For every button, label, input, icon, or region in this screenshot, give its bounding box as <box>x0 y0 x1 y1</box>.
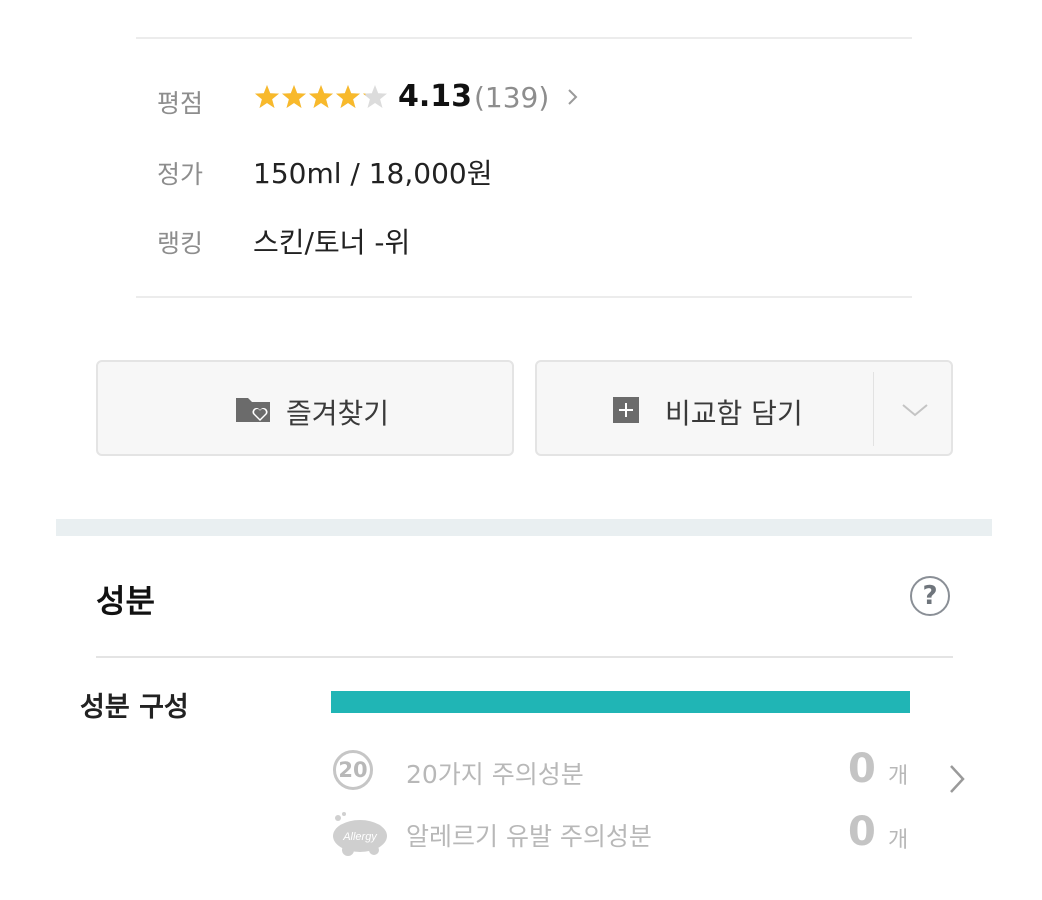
divider-top <box>136 37 912 39</box>
star-icon <box>362 84 388 110</box>
star-icon <box>281 84 307 110</box>
warning-20-unit: 개 <box>888 764 909 789</box>
section-title: 성분 <box>96 582 155 620</box>
question-circle-icon[interactable]: ? <box>910 576 950 616</box>
chevron-right-icon[interactable] <box>948 763 966 795</box>
ranking-label: 랭킹 <box>157 229 204 258</box>
favorite-button[interactable]: 즐겨찾기 <box>96 360 514 456</box>
composition-bar-fill <box>331 691 910 713</box>
plus-square-icon <box>613 397 639 423</box>
section-separator <box>56 519 992 536</box>
warning-allergy-unit: 개 <box>888 828 909 853</box>
warning-allergy-label[interactable]: 알레르기 유발 주의성분 <box>406 817 652 853</box>
price-label: 정가 <box>157 160 204 189</box>
rating-stars <box>254 84 388 118</box>
star-icon <box>308 84 334 110</box>
chevron-down-icon[interactable] <box>901 402 929 418</box>
rating-label: 평점 <box>157 89 204 118</box>
composition-label: 성분 구성 <box>80 692 189 723</box>
chevron-right-icon[interactable] <box>566 86 580 108</box>
star-icon <box>254 84 280 110</box>
compare-label: 비교함 담기 <box>665 397 803 430</box>
warning-20-label[interactable]: 20가지 주의성분 <box>406 755 584 791</box>
star-icon <box>335 84 361 110</box>
ranking-value[interactable]: 스킨/토너 -위 <box>253 221 410 261</box>
warning-allergy-count: 0 <box>848 809 876 855</box>
divider-bottom <box>136 296 912 298</box>
divider-ingredients <box>96 656 953 658</box>
price-value: 150ml / 18,000원 <box>253 157 493 190</box>
folder-heart-icon <box>236 398 270 422</box>
warning-20-count: 0 <box>848 746 876 792</box>
twenty-badge-icon: 20 <box>333 750 373 790</box>
rating-count[interactable]: (139) <box>474 81 549 114</box>
compare-dropdown-divider <box>873 372 874 446</box>
allergy-badge-text: Allergy <box>342 831 378 843</box>
allergy-badge-icon: Allergy <box>333 812 387 856</box>
rating-score[interactable]: 4.13 <box>398 79 472 114</box>
compare-button[interactable]: 비교함 담기 <box>535 360 953 456</box>
favorite-label: 즐겨찾기 <box>286 397 390 430</box>
composition-bar <box>331 691 910 713</box>
